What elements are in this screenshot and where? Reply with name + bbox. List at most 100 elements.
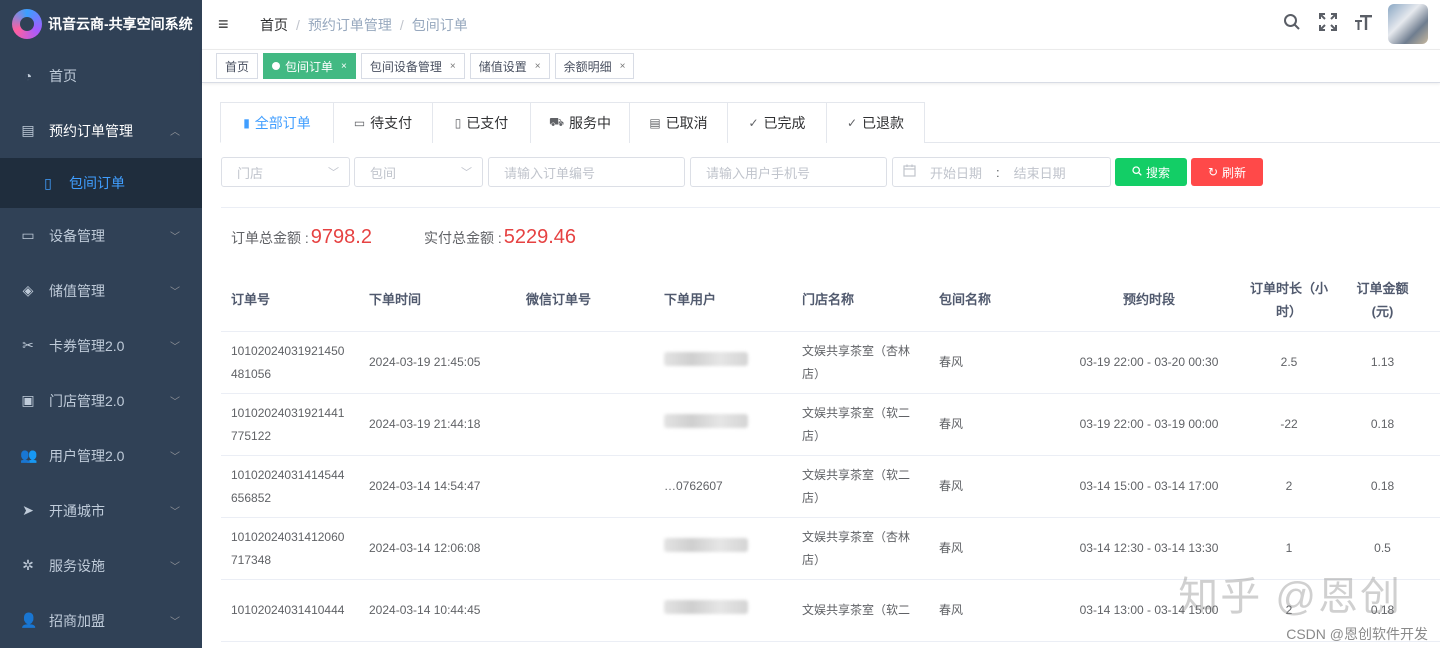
send-icon: ➤ (22, 502, 34, 518)
masked-user (664, 352, 748, 366)
sidebar-item-device[interactable]: ▭ 设备管理 ﹀ (0, 208, 202, 263)
search-button[interactable]: 搜索 (1115, 158, 1187, 186)
tag-4[interactable]: 余额明细 × (554, 53, 635, 79)
fullscreen-icon[interactable] (1310, 12, 1346, 36)
search-icon[interactable] (1274, 13, 1310, 36)
breadcrumb-item-home[interactable]: 首页 (260, 15, 288, 35)
phone-input[interactable]: 请输入用户手机号 (690, 157, 887, 187)
sidebar-item-dashboard[interactable]: ◔ 首页 (0, 48, 202, 103)
phone-placeholder: 请输入用户手机号 (706, 165, 811, 181)
refresh-icon: ↻ (1207, 165, 1219, 179)
breadcrumb-item-order-management[interactable]: 预约订单管理 (308, 15, 392, 35)
sidebar-item-wallet[interactable]: ◈ 储值管理 ﹀ (0, 263, 202, 318)
tag-3[interactable]: 储值设置 × (469, 53, 550, 79)
sidebar-item-send[interactable]: ➤ 开通城市 ﹀ (0, 483, 202, 538)
card-icon: ▭ (353, 116, 366, 130)
column-header: 下单时间 (369, 292, 422, 307)
cell-hours: 1 (1285, 541, 1293, 555)
cell-order-no: 10102024031921441775122 (231, 405, 345, 443)
cell-time: 2024-03-14 14:54:47 (369, 479, 481, 493)
store-select[interactable]: 门店 ﹀ (221, 157, 350, 187)
tab-status-0[interactable]: ▮ 全部订单 (220, 102, 334, 143)
cell-store: 文娱共享茶室（杏林店） (802, 529, 911, 567)
tab-status-5[interactable]: ✓ 已完成 (727, 102, 827, 143)
column-header: 订单时长（小时） (1249, 280, 1328, 319)
tag-2[interactable]: 包间设备管理 × (360, 53, 465, 79)
table-row[interactable]: 10102024031921441775122 2024-03-19 21:44:… (221, 394, 1440, 456)
close-icon[interactable]: × (341, 61, 347, 72)
date-separator: : (996, 164, 1000, 180)
cell-amount: 1.13 (1370, 355, 1395, 369)
sidebar-item-user[interactable]: 👥 用户管理2.0 ﹀ (0, 428, 202, 483)
sidebar-item-label: 卡券管理2.0 (49, 337, 125, 354)
column-header: 门店名称 (802, 292, 855, 307)
tag-0[interactable]: 首页 (216, 53, 259, 79)
app-logo[interactable]: 讯音云商-共享空间系统 (0, 0, 202, 48)
chevron-down-icon: ﹀ (170, 287, 180, 298)
sidebar-item-label: 门店管理2.0 (49, 392, 125, 409)
order-total-value: 9798.2 (310, 226, 372, 248)
refresh-button[interactable]: ↻ 刷新 (1191, 158, 1263, 186)
clipboard-icon: ▮ (243, 115, 250, 130)
date-range-picker[interactable]: 开始日期 : 结束日期 (892, 157, 1111, 187)
tab-status-3[interactable]: ⛟ 服务中 (530, 102, 630, 143)
room-select[interactable]: 包间 ﹀ (354, 157, 483, 187)
font-size-icon[interactable] (1346, 13, 1382, 36)
cell-time: 2024-03-19 21:45:05 (369, 355, 481, 369)
store-select-placeholder: 门店 (237, 165, 264, 181)
cell-hours: 2 (1285, 479, 1293, 493)
cell-time: 2024-03-19 21:44:18 (369, 417, 481, 431)
cell-amount: 0.5 (1374, 541, 1391, 555)
sidebar-subitem-room-orders[interactable]: ▯ 包间订单 (0, 158, 202, 208)
hamburger-icon[interactable]: ≡ (218, 14, 240, 35)
sidebar-item-coupon[interactable]: ✂ 卡券管理2.0 ﹀ (0, 318, 202, 373)
truck-icon: ⛟ (548, 115, 565, 129)
chevron-down-icon: ﹀ (170, 617, 180, 628)
chevron-down-icon: ﹀ (170, 452, 180, 463)
sidebar-item-people[interactable]: 👤 招商加盟 ﹀ (0, 593, 202, 648)
tab-status-2[interactable]: ▯ 已支付 (432, 102, 531, 143)
column-header: 下单用户 (664, 292, 717, 307)
chevron-down-icon: ﹀ (461, 167, 472, 179)
tab-label: 服务中 (569, 115, 612, 131)
order-number-input[interactable]: 请输入订单编号 (488, 157, 685, 187)
close-icon[interactable]: × (620, 61, 626, 72)
watermark: 知乎 @恩创 (1178, 575, 1402, 619)
tab-status-6[interactable]: ✓ 已退款 (826, 102, 925, 143)
cell-hours: -22 (1280, 417, 1298, 431)
cell-amount: 0.18 (1370, 417, 1395, 431)
user-icon: 👥 (20, 447, 38, 463)
cell-store: 文娱共享茶室（软二店） (802, 405, 911, 443)
order-total: 订单总金额 : 9798.2 (231, 226, 372, 249)
sidebar-item-gear[interactable]: ✲ 服务设施 ﹀ (0, 538, 202, 593)
tab-status-4[interactable]: ▤ 已取消 (629, 102, 728, 143)
close-icon[interactable]: × (450, 61, 456, 72)
sidebar-item-order[interactable]: ▤ 预约订单管理 ︿ (0, 103, 202, 158)
cell-time: 2024-03-14 12:06:08 (369, 541, 481, 555)
sidebar-item-label: 设备管理 (49, 227, 105, 244)
cell-room: 春风 (939, 417, 964, 431)
store-icon: ▣ (21, 392, 35, 408)
sidebar-item-store[interactable]: ▣ 门店管理2.0 ﹀ (0, 373, 202, 428)
chevron-down-icon: ﹀ (170, 562, 180, 573)
order-status-tabs: ▮ 全部订单 ▭ 待支付 ▯ 已支付 ⛟ 服务中 ▤ 已取消 ✓ 已完成 ✓ 已退款 (220, 102, 1440, 143)
table-row[interactable]: 10102024031414544656852 2024-03-14 14:54:… (221, 456, 1440, 518)
sidebar-item-label: 招商加盟 (49, 612, 105, 629)
coupon-icon: ✂ (22, 337, 34, 353)
book-icon: ▯ (44, 174, 52, 191)
end-date-placeholder: 结束日期 (1013, 165, 1066, 181)
paid-total-value: 5229.46 (503, 226, 577, 248)
cell-slot: 03-19 22:00 - 03-19 00:00 (1079, 417, 1219, 431)
tab-label: 已退款 (862, 115, 905, 131)
search-button-label: 搜索 (1145, 165, 1170, 180)
cell-user (654, 351, 792, 374)
table-row[interactable]: 10102024031921450481056 2024-03-19 21:45:… (221, 332, 1440, 394)
tab-status-1[interactable]: ▭ 待支付 (333, 102, 433, 143)
cell-room: 春风 (939, 355, 964, 369)
user-avatar[interactable] (1388, 4, 1428, 44)
chevron-down-icon: ﹀ (328, 167, 339, 179)
close-icon[interactable]: × (535, 61, 541, 72)
csdn-credit: CSDN @恩创软件开发 (1286, 626, 1428, 642)
sidebar-item-label: 服务设施 (49, 557, 105, 574)
tag-1[interactable]: 包间订单 × (263, 53, 356, 79)
